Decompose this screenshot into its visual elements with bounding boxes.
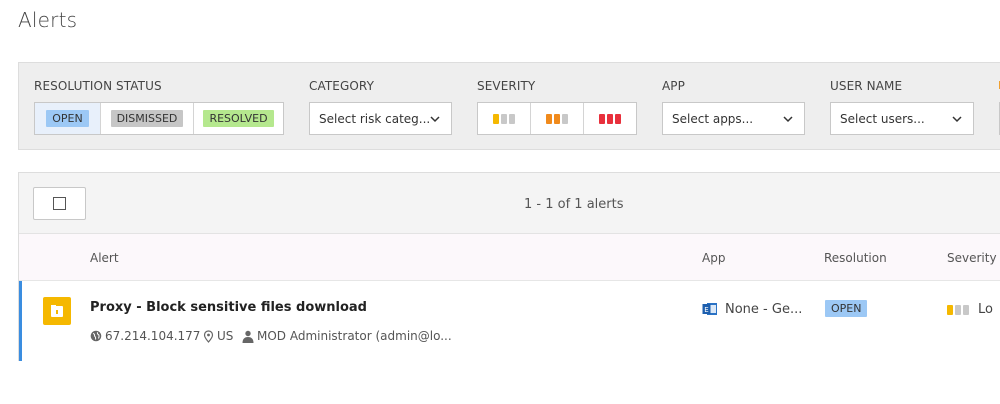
select-all-button[interactable]	[33, 187, 86, 220]
page-title: Alerts	[18, 8, 78, 32]
dismissed-pill: DISMISSED	[110, 110, 184, 127]
severity-label: SEVERITY	[477, 79, 536, 93]
category-label: CATEGORY	[309, 79, 375, 93]
app-select[interactable]: Select apps...	[662, 102, 805, 135]
column-header-alert[interactable]: Alert	[90, 251, 119, 265]
alert-location: US	[203, 329, 233, 343]
resolution-status-toggle: OPEN DISMISSED RESOLVED	[34, 102, 284, 135]
open-pill: OPEN	[46, 110, 89, 127]
results-toolbar: 1 - 1 of 1 alerts	[19, 173, 1000, 234]
column-header-resolution[interactable]: Resolution	[824, 251, 887, 265]
app-cell[interactable]: E None - Ge...	[702, 301, 802, 317]
category-select[interactable]: Select risk categ...	[309, 102, 452, 135]
resolved-pill: RESOLVED	[203, 110, 274, 127]
resolution-dismissed-option[interactable]: DISMISSED	[101, 103, 194, 134]
app-label: APP	[662, 79, 685, 93]
severity-text: Lo	[978, 302, 993, 317]
chevron-down-icon	[952, 116, 962, 123]
location-pin-icon	[203, 329, 214, 343]
outlook-icon: E	[702, 303, 717, 315]
app-name: None - Ge...	[725, 301, 803, 317]
globe-icon	[90, 330, 102, 342]
person-icon	[242, 330, 254, 343]
select-all-checkbox[interactable]	[53, 197, 66, 210]
alert-title[interactable]: Proxy - Block sensitive files download	[90, 300, 367, 315]
app-select-value: Select apps...	[672, 111, 754, 126]
location-text: US	[217, 329, 234, 343]
alert-user: MOD Administrator (admin@lo...	[242, 329, 452, 343]
alert-ip: 67.214.104.177	[90, 329, 200, 343]
filter-bar: RESOLUTION STATUS OPEN DISMISSED RESOLVE…	[18, 62, 1000, 150]
ip-address: 67.214.104.177	[105, 329, 201, 343]
severity-medium-icon	[546, 113, 568, 124]
resolution-resolved-option[interactable]: RESOLVED	[194, 103, 283, 134]
severity-high-icon	[599, 113, 621, 124]
results-count: 1 - 1 of 1 alerts	[524, 197, 624, 212]
severity-high-option[interactable]	[584, 103, 636, 134]
resolution-badge: OPEN	[825, 300, 868, 317]
chevron-down-icon	[430, 116, 440, 123]
alerts-results-panel: 1 - 1 of 1 alerts Alert App Resolution S…	[18, 172, 1000, 361]
table-row[interactable]: Proxy - Block sensitive files download 6…	[19, 281, 1000, 361]
resolution-open-option[interactable]: OPEN	[35, 103, 101, 134]
user-name-label: USER NAME	[830, 79, 903, 93]
severity-toggle	[477, 102, 637, 135]
column-header-app[interactable]: App	[702, 251, 725, 265]
severity-low-icon	[493, 113, 515, 124]
severity-medium-option[interactable]	[531, 103, 584, 134]
lock-folder-icon	[43, 297, 71, 325]
table-header: Alert App Resolution Severity	[19, 234, 1000, 281]
severity-low-icon	[947, 304, 969, 315]
svg-text:E: E	[704, 306, 708, 314]
user-text[interactable]: MOD Administrator (admin@lo...	[257, 329, 452, 343]
user-name-select[interactable]: Select users...	[830, 102, 974, 135]
severity-low-option[interactable]	[478, 103, 531, 134]
resolution-cell: OPEN	[825, 297, 868, 317]
resolution-status-label: RESOLUTION STATUS	[34, 79, 162, 93]
column-header-severity[interactable]: Severity	[947, 251, 997, 265]
chevron-down-icon	[783, 116, 793, 123]
user-name-select-value: Select users...	[840, 111, 925, 126]
category-select-value: Select risk categ...	[319, 111, 431, 126]
severity-cell: Lo	[947, 302, 993, 317]
